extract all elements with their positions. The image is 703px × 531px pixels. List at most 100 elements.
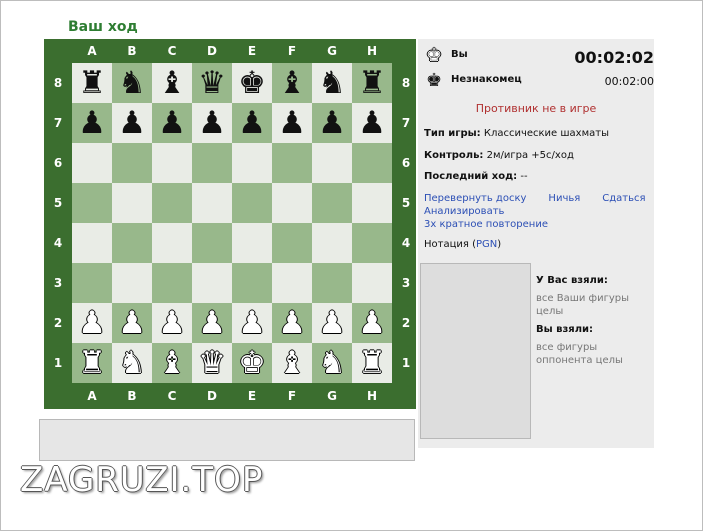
square-d4[interactable]: [192, 223, 232, 263]
square-f7[interactable]: ♟: [272, 103, 312, 143]
black-pawn-icon[interactable]: ♟: [158, 107, 186, 139]
square-d6[interactable]: [192, 143, 232, 183]
square-h7[interactable]: ♟: [352, 103, 392, 143]
square-a1[interactable]: ♜: [72, 343, 112, 383]
square-h2[interactable]: ♟: [352, 303, 392, 343]
black-pawn-icon[interactable]: ♟: [238, 107, 266, 139]
square-a7[interactable]: ♟: [72, 103, 112, 143]
resign-link[interactable]: Сдаться: [602, 192, 645, 205]
square-c6[interactable]: [152, 143, 192, 183]
chessboard[interactable]: ♜ ♞ ♝ ♛ ♚ ♝ ♞ ♜ ♟ ♟ ♟ ♟ ♟ ♟ ♟ ♟ ♟ ♟ ♟ ♟ ♟ ♟ ♟ ♟ ♜ ♞ ♝ ♛ ♚ ♝ ♞ ♜: [72, 63, 392, 383]
square-h1[interactable]: ♜: [352, 343, 392, 383]
square-e5[interactable]: [232, 183, 272, 223]
square-b5[interactable]: [112, 183, 152, 223]
square-g6[interactable]: [312, 143, 352, 183]
square-f8[interactable]: ♝: [272, 63, 312, 103]
white-knight-icon[interactable]: ♞: [318, 347, 346, 379]
square-a2[interactable]: ♟: [72, 303, 112, 343]
white-rook-icon[interactable]: ♜: [358, 347, 386, 379]
square-h6[interactable]: [352, 143, 392, 183]
square-d8[interactable]: ♛: [192, 63, 232, 103]
square-d7[interactable]: ♟: [192, 103, 232, 143]
square-a5[interactable]: [72, 183, 112, 223]
black-pawn-icon[interactable]: ♟: [118, 107, 146, 139]
analyze-link[interactable]: Анализировать: [424, 206, 504, 217]
pgn-link[interactable]: PGN: [476, 239, 497, 250]
threefold-repetition-link[interactable]: 3х кратное повторение: [424, 219, 548, 230]
black-rook-icon[interactable]: ♜: [78, 67, 106, 99]
square-b8[interactable]: ♞: [112, 63, 152, 103]
square-e6[interactable]: [232, 143, 272, 183]
white-king-icon[interactable]: ♚: [238, 347, 266, 379]
square-b2[interactable]: ♟: [112, 303, 152, 343]
square-c1[interactable]: ♝: [152, 343, 192, 383]
white-pawn-icon[interactable]: ♟: [118, 307, 146, 339]
black-knight-icon[interactable]: ♞: [318, 67, 346, 99]
square-e3[interactable]: [232, 263, 272, 303]
square-e1[interactable]: ♚: [232, 343, 272, 383]
square-a4[interactable]: [72, 223, 112, 263]
white-pawn-icon[interactable]: ♟: [318, 307, 346, 339]
square-c2[interactable]: ♟: [152, 303, 192, 343]
square-d5[interactable]: [192, 183, 232, 223]
square-e7[interactable]: ♟: [232, 103, 272, 143]
square-g3[interactable]: [312, 263, 352, 303]
square-f3[interactable]: [272, 263, 312, 303]
square-h4[interactable]: [352, 223, 392, 263]
square-d3[interactable]: [192, 263, 232, 303]
square-c4[interactable]: [152, 223, 192, 263]
black-bishop-icon[interactable]: ♝: [158, 67, 186, 99]
white-pawn-icon[interactable]: ♟: [78, 307, 106, 339]
black-rook-icon[interactable]: ♜: [358, 67, 386, 99]
square-c5[interactable]: [152, 183, 192, 223]
square-e8[interactable]: ♚: [232, 63, 272, 103]
black-pawn-icon[interactable]: ♟: [318, 107, 346, 139]
square-b1[interactable]: ♞: [112, 343, 152, 383]
white-pawn-icon[interactable]: ♟: [198, 307, 226, 339]
square-g4[interactable]: [312, 223, 352, 263]
black-pawn-icon[interactable]: ♟: [358, 107, 386, 139]
square-g5[interactable]: [312, 183, 352, 223]
square-b4[interactable]: [112, 223, 152, 263]
white-pawn-icon[interactable]: ♟: [158, 307, 186, 339]
square-d1[interactable]: ♛: [192, 343, 232, 383]
black-bishop-icon[interactable]: ♝: [278, 67, 306, 99]
square-d2[interactable]: ♟: [192, 303, 232, 343]
square-e4[interactable]: [232, 223, 272, 263]
white-pawn-icon[interactable]: ♟: [278, 307, 306, 339]
flip-board-link[interactable]: Перевернуть доску: [424, 192, 526, 205]
square-e2[interactable]: ♟: [232, 303, 272, 343]
square-b6[interactable]: [112, 143, 152, 183]
square-a6[interactable]: [72, 143, 112, 183]
square-f6[interactable]: [272, 143, 312, 183]
square-b7[interactable]: ♟: [112, 103, 152, 143]
square-h5[interactable]: [352, 183, 392, 223]
square-g1[interactable]: ♞: [312, 343, 352, 383]
black-knight-icon[interactable]: ♞: [118, 67, 146, 99]
offer-draw-link[interactable]: Ничья: [548, 192, 580, 205]
white-queen-icon[interactable]: ♛: [198, 347, 226, 379]
square-c7[interactable]: ♟: [152, 103, 192, 143]
black-pawn-icon[interactable]: ♟: [278, 107, 306, 139]
white-knight-icon[interactable]: ♞: [118, 347, 146, 379]
square-f4[interactable]: [272, 223, 312, 263]
square-f1[interactable]: ♝: [272, 343, 312, 383]
square-f2[interactable]: ♟: [272, 303, 312, 343]
square-g2[interactable]: ♟: [312, 303, 352, 343]
square-a3[interactable]: [72, 263, 112, 303]
black-king-icon[interactable]: ♚: [238, 67, 266, 99]
square-f5[interactable]: [272, 183, 312, 223]
white-rook-icon[interactable]: ♜: [78, 347, 106, 379]
white-pawn-icon[interactable]: ♟: [358, 307, 386, 339]
square-b3[interactable]: [112, 263, 152, 303]
square-h3[interactable]: [352, 263, 392, 303]
square-c8[interactable]: ♝: [152, 63, 192, 103]
white-pawn-icon[interactable]: ♟: [238, 307, 266, 339]
white-bishop-icon[interactable]: ♝: [158, 347, 186, 379]
black-pawn-icon[interactable]: ♟: [78, 107, 106, 139]
black-queen-icon[interactable]: ♛: [198, 67, 226, 99]
square-a8[interactable]: ♜: [72, 63, 112, 103]
square-g7[interactable]: ♟: [312, 103, 352, 143]
square-c3[interactable]: [152, 263, 192, 303]
square-g8[interactable]: ♞: [312, 63, 352, 103]
